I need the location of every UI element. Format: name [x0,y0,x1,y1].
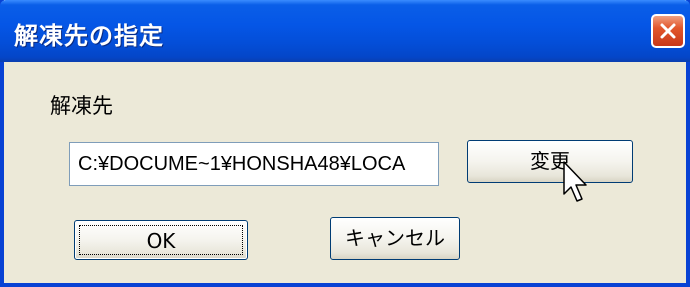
ok-button-label: OK [79,225,243,255]
ok-button[interactable]: OK [74,220,248,260]
mouse-pointer-icon [563,161,587,202]
destination-path-input[interactable] [69,142,439,186]
cancel-button[interactable]: キャンセル [330,217,460,260]
destination-label: 解凍先 [50,94,113,118]
title-bar[interactable]: 解凍先の指定 [0,0,690,62]
close-button[interactable] [651,14,685,48]
window-title: 解凍先の指定 [14,22,164,50]
dialog-window: 解凍先の指定 解凍先 変更 OK キャンセル [0,0,690,287]
close-icon [660,23,676,39]
change-button[interactable]: 変更 [467,140,633,183]
